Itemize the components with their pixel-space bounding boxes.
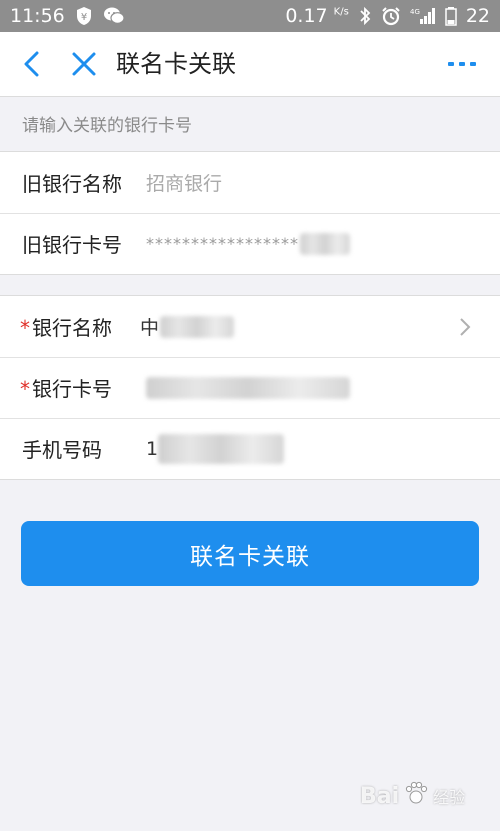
close-button[interactable] bbox=[68, 48, 100, 80]
back-arrow-icon bbox=[24, 51, 39, 77]
section-hint: 请输入关联的银行卡号 bbox=[22, 116, 192, 136]
submit-button[interactable]: 联名卡关联 bbox=[21, 521, 479, 586]
battery-level: 22 bbox=[465, 5, 490, 27]
shield-yen-icon: ¥ bbox=[75, 6, 93, 26]
close-icon bbox=[72, 52, 96, 76]
battery-icon bbox=[445, 6, 457, 26]
old-card-no-label: 旧银行卡号 bbox=[22, 233, 122, 257]
status-bar: 11:56 ¥ 0.17 K/s 4G 22 bbox=[0, 0, 500, 32]
old-card-no-value: ***************** bbox=[146, 234, 299, 253]
net-speed: 0.17 K/s bbox=[285, 5, 349, 27]
old-bank-name-value: 招商银行 bbox=[146, 173, 223, 195]
phone-label: 手机号码 bbox=[22, 438, 102, 462]
card-no-label: * 银行卡号 bbox=[20, 377, 112, 401]
more-button[interactable] bbox=[442, 48, 482, 80]
chevron-right-icon bbox=[456, 317, 474, 336]
status-time: 11:56 bbox=[10, 5, 65, 27]
watermark: Bai 经验 bbox=[360, 780, 465, 812]
card-no-input[interactable] bbox=[146, 376, 350, 399]
new-card-group: * 银行名称 中 * 银行卡号 手机号码 1 bbox=[0, 295, 500, 480]
required-mark: * bbox=[20, 316, 30, 340]
more-icon bbox=[448, 62, 476, 66]
status-left: 11:56 ¥ bbox=[10, 5, 125, 27]
old-card-group: 旧银行名称 招商银行 旧银行卡号 ***************** bbox=[0, 151, 500, 275]
card-no-row[interactable]: * 银行卡号 bbox=[0, 357, 500, 418]
redacted-block bbox=[300, 232, 350, 255]
old-card-no-row: 旧银行卡号 ***************** bbox=[0, 213, 500, 274]
old-bank-name-label: 旧银行名称 bbox=[22, 172, 122, 196]
watermark-brand: Bai bbox=[360, 783, 400, 809]
svg-text:4G: 4G bbox=[410, 8, 420, 16]
watermark-suffix: 经验 bbox=[433, 788, 466, 807]
old-bank-name-row: 旧银行名称 招商银行 bbox=[0, 152, 500, 213]
paw-icon bbox=[403, 780, 429, 812]
title-bar: 联名卡关联 bbox=[0, 32, 500, 97]
wechat-icon bbox=[103, 6, 125, 26]
alarm-icon bbox=[381, 6, 401, 26]
bluetooth-icon bbox=[358, 6, 372, 26]
signal-icon: 4G bbox=[410, 6, 436, 26]
bank-name-value: 中 bbox=[140, 317, 160, 339]
back-button[interactable] bbox=[16, 48, 48, 80]
page-title: 联名卡关联 bbox=[116, 50, 236, 78]
redacted-block bbox=[160, 315, 234, 338]
phone-row[interactable]: 手机号码 1 bbox=[0, 418, 500, 479]
svg-text:¥: ¥ bbox=[81, 12, 87, 23]
required-mark: * bbox=[20, 377, 30, 401]
bank-name-label: * 银行名称 bbox=[20, 316, 112, 340]
phone-value: 1 bbox=[146, 437, 159, 460]
bank-name-row[interactable]: * 银行名称 中 bbox=[0, 296, 500, 357]
redacted-block bbox=[158, 433, 284, 464]
status-right: 0.17 K/s 4G 22 bbox=[285, 5, 490, 27]
